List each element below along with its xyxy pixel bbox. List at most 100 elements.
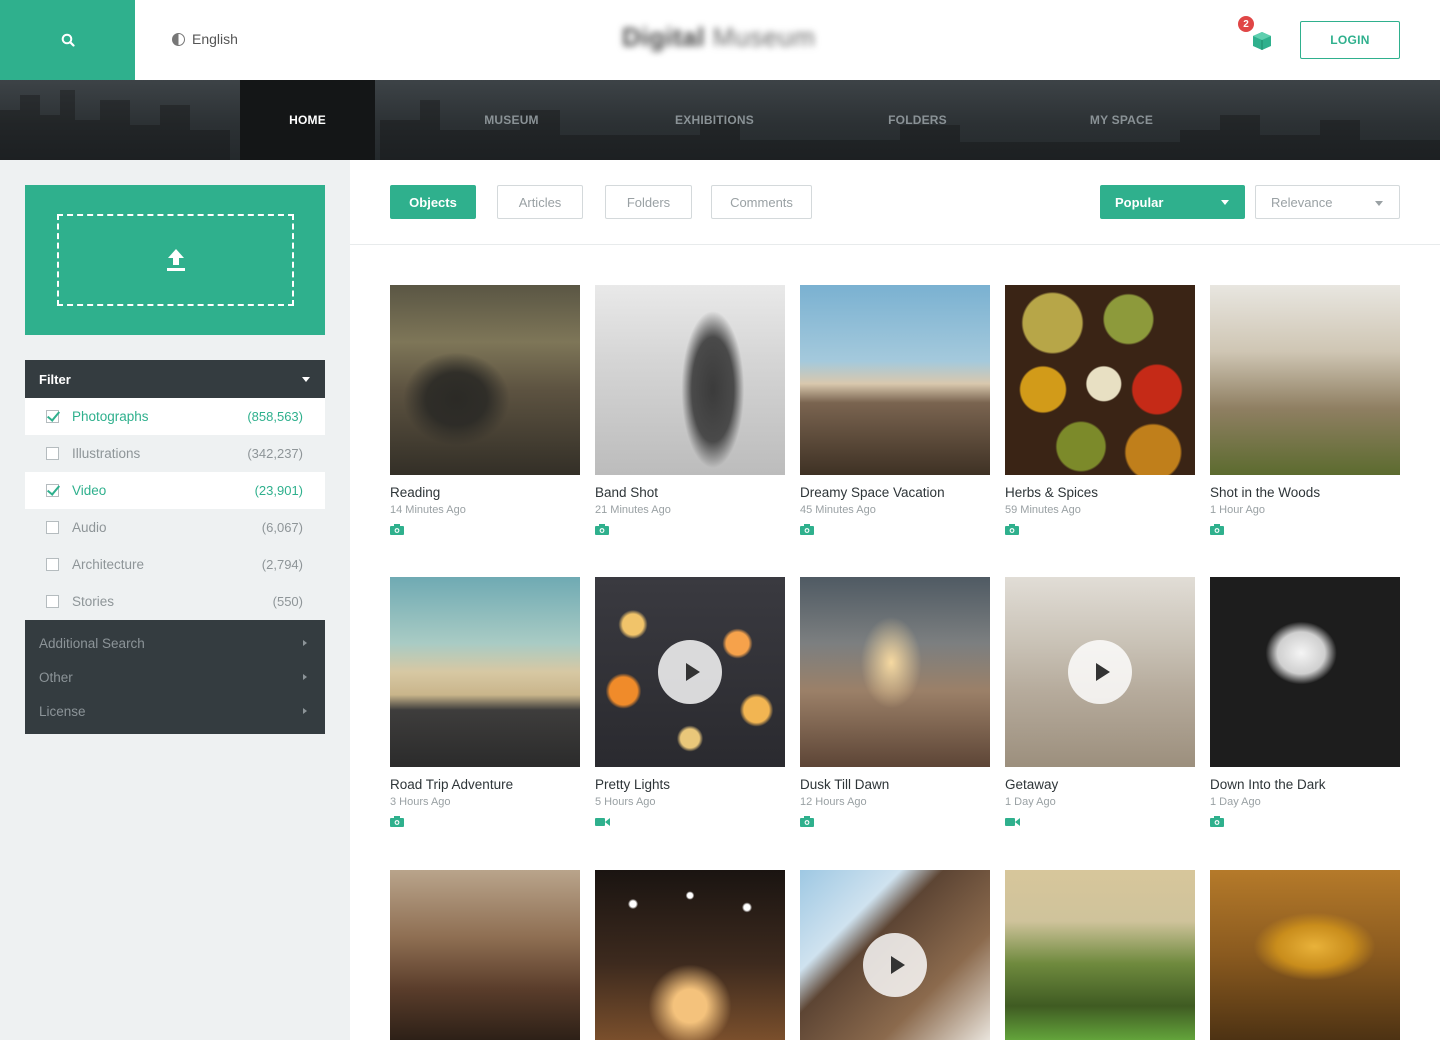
tab-articles[interactable]: Articles bbox=[497, 185, 583, 219]
camera-icon bbox=[1005, 524, 1019, 535]
checkbox-checked[interactable] bbox=[46, 484, 59, 497]
additional-search-item[interactable]: Additional Search bbox=[25, 626, 325, 660]
license-item[interactable]: License bbox=[25, 694, 325, 728]
chevron-down-icon bbox=[1221, 200, 1229, 205]
filter-count: (2,794) bbox=[261, 557, 303, 572]
card-timestamp: 1 Hour Ago bbox=[1210, 504, 1266, 516]
thumbnail-image[interactable] bbox=[390, 285, 580, 475]
camera-icon bbox=[1210, 816, 1224, 827]
thumbnail-image[interactable] bbox=[800, 285, 990, 475]
camera-icon bbox=[390, 524, 404, 535]
tab-folders[interactable]: Folders bbox=[605, 185, 692, 219]
media-card[interactable]: Reading 14 Minutes Ago bbox=[390, 285, 580, 535]
media-card[interactable] bbox=[595, 870, 785, 1040]
more-label: Additional Search bbox=[39, 635, 145, 651]
media-card[interactable]: Band Shot 21 Minutes Ago bbox=[595, 285, 785, 535]
card-timestamp: 5 Hours Ago bbox=[595, 796, 656, 808]
nav-folders[interactable]: FOLDERS bbox=[850, 80, 985, 160]
content-toolbar: Objects Articles Folders Comments Popula… bbox=[350, 160, 1440, 245]
card-title[interactable]: Down Into the Dark bbox=[1210, 777, 1400, 792]
card-title[interactable]: Shot in the Woods bbox=[1210, 485, 1400, 500]
chevron-right-icon bbox=[303, 708, 307, 714]
nav-my-space[interactable]: MY SPACE bbox=[1054, 80, 1189, 160]
thumbnail-image[interactable] bbox=[595, 285, 785, 475]
filter-label: Illustrations bbox=[72, 446, 141, 461]
login-button[interactable]: LOGIN bbox=[1300, 21, 1400, 59]
filter-stories[interactable]: Stories (550) bbox=[25, 583, 325, 620]
search-button[interactable] bbox=[0, 0, 135, 80]
checkbox[interactable] bbox=[46, 558, 59, 571]
language-label: English bbox=[192, 31, 238, 47]
thumbnail-image[interactable] bbox=[390, 870, 580, 1040]
card-title[interactable]: Road Trip Adventure bbox=[390, 777, 580, 792]
camera-icon bbox=[1210, 524, 1224, 535]
media-card[interactable]: Dusk Till Dawn 12 Hours Ago bbox=[800, 577, 990, 827]
thumbnail-image[interactable] bbox=[800, 577, 990, 767]
filter-count: (342,237) bbox=[247, 446, 303, 461]
filter-header[interactable]: Filter bbox=[25, 360, 325, 398]
brand-logo[interactable]: Digital Museum bbox=[622, 22, 815, 53]
checkbox-checked[interactable] bbox=[46, 410, 59, 423]
filter-architecture[interactable]: Architecture (2,794) bbox=[25, 546, 325, 583]
thumbnail-image[interactable] bbox=[595, 870, 785, 1040]
play-icon[interactable] bbox=[1068, 640, 1132, 704]
card-title[interactable]: Reading bbox=[390, 485, 580, 500]
thumbnail-image[interactable] bbox=[595, 577, 785, 767]
thumbnail-image[interactable] bbox=[1210, 870, 1400, 1040]
thumbnail-image[interactable] bbox=[1005, 870, 1195, 1040]
card-title[interactable]: Getaway bbox=[1005, 777, 1195, 792]
other-item[interactable]: Other bbox=[25, 660, 325, 694]
card-timestamp: 45 Minutes Ago bbox=[800, 504, 876, 516]
thumbnail-image[interactable] bbox=[1210, 285, 1400, 475]
tab-comments[interactable]: Comments bbox=[711, 185, 812, 219]
card-title[interactable]: Pretty Lights bbox=[595, 777, 785, 792]
media-card[interactable] bbox=[390, 870, 580, 1040]
media-card[interactable]: Getaway 1 Day Ago bbox=[1005, 577, 1195, 826]
filter-audio[interactable]: Audio (6,067) bbox=[25, 509, 325, 546]
chevron-right-icon bbox=[303, 640, 307, 646]
nav-museum[interactable]: MUSEUM bbox=[444, 80, 579, 160]
nav-exhibitions[interactable]: EXHIBITIONS bbox=[647, 80, 782, 160]
upload-dropzone[interactable] bbox=[25, 185, 325, 335]
thumbnail-image[interactable] bbox=[1210, 577, 1400, 767]
thumbnail-image[interactable] bbox=[800, 870, 990, 1040]
sort-relevance-dropdown[interactable]: Relevance bbox=[1255, 185, 1400, 219]
card-title[interactable]: Dusk Till Dawn bbox=[800, 777, 990, 792]
thumbnail-image[interactable] bbox=[390, 577, 580, 767]
media-card[interactable] bbox=[800, 870, 990, 1040]
card-title[interactable]: Band Shot bbox=[595, 485, 785, 500]
media-card[interactable] bbox=[1005, 870, 1195, 1040]
nav-home[interactable]: HOME bbox=[240, 80, 375, 160]
brand-bold: Digital bbox=[622, 22, 705, 52]
tab-objects[interactable]: Objects bbox=[390, 185, 476, 219]
thumbnail-image[interactable] bbox=[1005, 285, 1195, 475]
checkbox[interactable] bbox=[46, 595, 59, 608]
filter-illustrations[interactable]: Illustrations (342,237) bbox=[25, 435, 325, 472]
checkbox[interactable] bbox=[46, 447, 59, 460]
play-icon[interactable] bbox=[658, 640, 722, 704]
media-card[interactable]: Road Trip Adventure 3 Hours Ago bbox=[390, 577, 580, 827]
sort-popular-dropdown[interactable]: Popular bbox=[1100, 185, 1245, 219]
media-card[interactable]: Herbs & Spices 59 Minutes Ago bbox=[1005, 285, 1195, 535]
checkbox[interactable] bbox=[46, 521, 59, 534]
cart-icon[interactable] bbox=[1248, 26, 1276, 54]
media-card[interactable]: Down Into the Dark 1 Day Ago bbox=[1210, 577, 1400, 827]
card-title[interactable]: Dreamy Space Vacation bbox=[800, 485, 990, 500]
media-card[interactable] bbox=[1210, 870, 1400, 1040]
media-card[interactable]: Pretty Lights 5 Hours Ago bbox=[595, 577, 785, 826]
media-card[interactable]: Dreamy Space Vacation 45 Minutes Ago bbox=[800, 285, 990, 535]
thumbnail-image[interactable] bbox=[1005, 577, 1195, 767]
sort-primary-label: Popular bbox=[1115, 194, 1164, 210]
media-card[interactable]: Shot in the Woods 1 Hour Ago bbox=[1210, 285, 1400, 535]
language-selector[interactable]: English bbox=[172, 31, 238, 47]
filter-photographs[interactable]: Photographs (858,563) bbox=[25, 398, 325, 435]
card-timestamp: 59 Minutes Ago bbox=[1005, 504, 1081, 516]
play-icon[interactable] bbox=[863, 933, 927, 997]
card-title[interactable]: Herbs & Spices bbox=[1005, 485, 1195, 500]
cart-count-badge: 2 bbox=[1238, 16, 1254, 32]
more-label: Other bbox=[39, 669, 73, 685]
filter-label: Architecture bbox=[72, 557, 145, 572]
main-nav: HOME MUSEUM EXHIBITIONS FOLDERS MY SPACE bbox=[0, 80, 1440, 160]
sidebar: Filter Photographs (858,563) Illustratio… bbox=[0, 160, 350, 1040]
filter-video[interactable]: Video (23,901) bbox=[25, 472, 325, 509]
